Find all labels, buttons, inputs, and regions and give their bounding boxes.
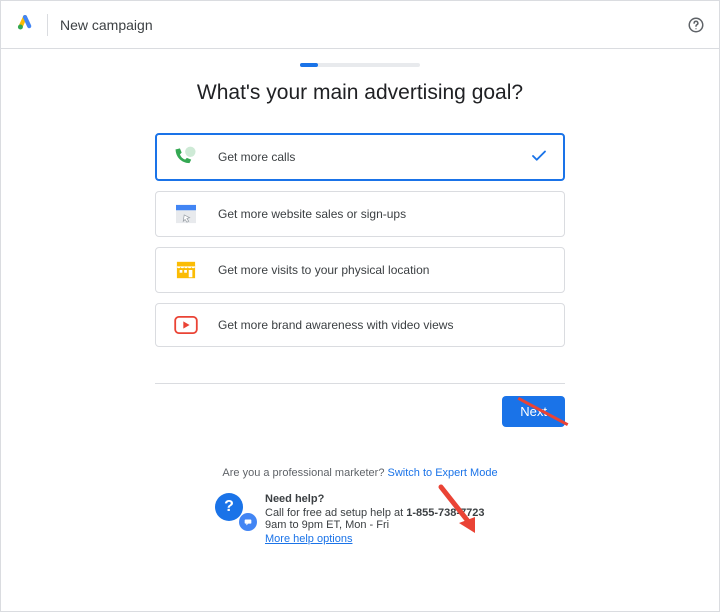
- expert-mode-line: Are you a professional marketer? Switch …: [1, 467, 719, 479]
- goal-option-calls[interactable]: Get more calls: [155, 133, 565, 181]
- next-button[interactable]: Next: [502, 396, 565, 427]
- goal-option-label: Get more visits to your physical locatio…: [218, 263, 548, 277]
- header-divider: [47, 14, 48, 36]
- page-title: What's your main advertising goal?: [1, 81, 719, 105]
- video-icon: [172, 316, 200, 334]
- expert-prompt: Are you a professional marketer?: [222, 467, 387, 479]
- switch-expert-mode-link[interactable]: Switch to Expert Mode: [388, 467, 498, 479]
- page-root: New campaign What's your main advertisin…: [0, 0, 720, 612]
- help-phone-number: 1-855-738-7723: [406, 507, 484, 519]
- main-content: What's your main advertising goal? Get m…: [1, 49, 719, 611]
- help-title: Need help?: [265, 493, 485, 505]
- phone-icon: [172, 146, 200, 168]
- header-title: New campaign: [60, 17, 153, 33]
- goal-option-store[interactable]: Get more visits to your physical locatio…: [155, 247, 565, 293]
- help-hours: 9am to 9pm ET, Mon - Fri: [265, 519, 485, 531]
- goal-option-website[interactable]: Get more website sales or sign-ups: [155, 191, 565, 237]
- google-ads-logo-icon: [15, 12, 35, 37]
- more-help-link[interactable]: More help options: [265, 533, 352, 545]
- goal-option-label: Get more calls: [218, 150, 530, 164]
- next-row: Next: [155, 396, 565, 427]
- goal-option-video[interactable]: Get more brand awareness with video view…: [155, 303, 565, 347]
- help-box: ? Need help? Call for free ad setup help…: [155, 493, 565, 545]
- help-icon[interactable]: [687, 16, 705, 34]
- help-bubbles-icon: ?: [215, 493, 251, 529]
- goal-option-label: Get more brand awareness with video view…: [218, 318, 548, 332]
- goal-option-label: Get more website sales or sign-ups: [218, 207, 548, 221]
- help-text: Need help? Call for free ad setup help a…: [265, 493, 485, 545]
- storefront-icon: [172, 260, 200, 280]
- progress-bar: [1, 63, 719, 67]
- check-icon: [530, 147, 548, 168]
- goal-options: Get more calls Get more website sales or…: [155, 133, 565, 347]
- browser-icon: [172, 204, 200, 224]
- help-phone-prefix: Call for free ad setup help at: [265, 507, 406, 519]
- app-header: New campaign: [1, 1, 719, 49]
- section-divider: [155, 383, 565, 384]
- help-phone-line: Call for free ad setup help at 1-855-738…: [265, 507, 485, 519]
